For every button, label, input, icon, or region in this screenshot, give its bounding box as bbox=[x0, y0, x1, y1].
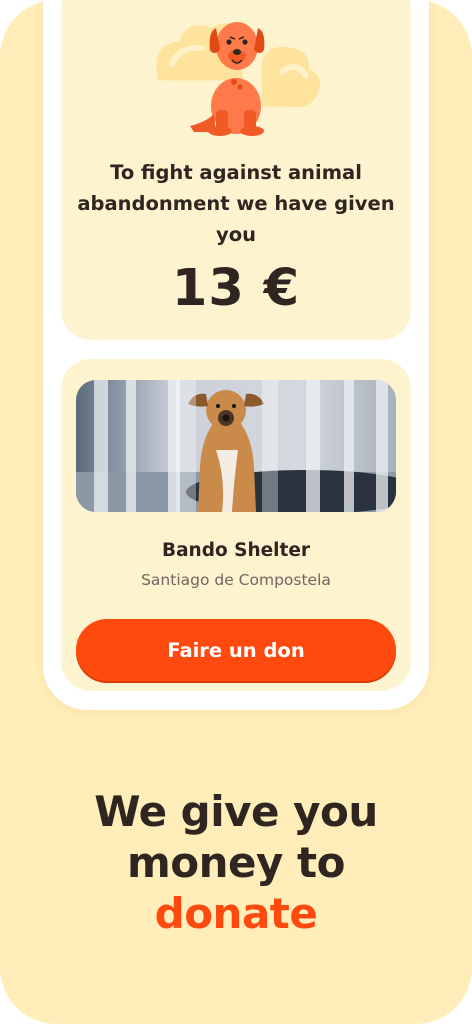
tagline: We give you money to donate bbox=[0, 786, 472, 939]
donation-message: To fight against animal abandonment we h… bbox=[77, 161, 395, 246]
dog-mascot-icon bbox=[156, 22, 321, 136]
shelter-dog-photo bbox=[76, 380, 396, 512]
tagline-line-1: We give you bbox=[94, 787, 378, 836]
donate-button[interactable]: Faire un don bbox=[76, 619, 396, 681]
shelter-location: Santiago de Compostela bbox=[141, 571, 331, 589]
tagline-line-2: money to bbox=[127, 838, 345, 887]
tagline-highlight: donate bbox=[154, 889, 318, 938]
donation-amount: 13 € bbox=[171, 259, 301, 318]
shelter-name: Bando Shelter bbox=[161, 540, 311, 561]
